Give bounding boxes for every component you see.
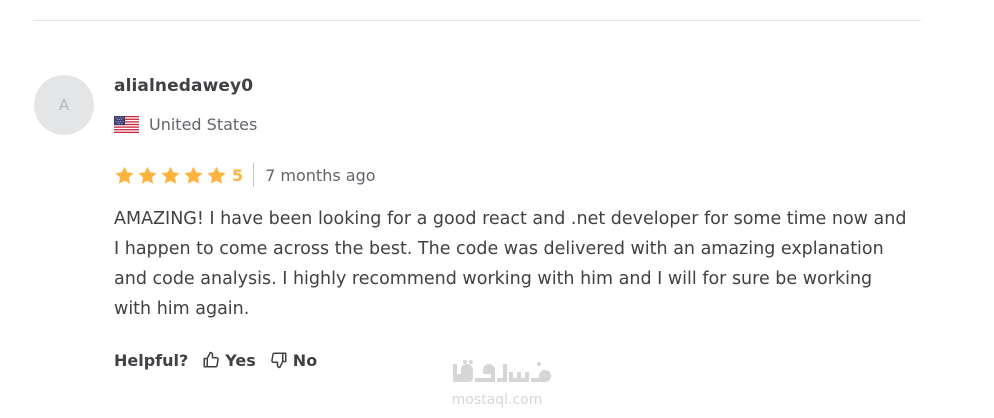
thumbs-down-icon (270, 352, 287, 369)
reviewer-username[interactable]: alialnedawey0 (114, 76, 253, 96)
helpful-row: Helpful? Yes No (114, 348, 317, 372)
helpful-label: Helpful? (114, 350, 189, 370)
mostaql-logo-icon (445, 360, 551, 382)
country-name: United States (149, 114, 258, 134)
avatar: A (34, 75, 94, 135)
star-icon (207, 166, 226, 184)
review-time: 7 months ago (265, 165, 376, 185)
avatar-initial: A (58, 96, 70, 114)
no-label: No (292, 350, 318, 370)
top-divider (33, 20, 921, 21)
rating-row: 5 7 months ago (114, 163, 376, 187)
star-icon (161, 166, 180, 184)
star-icon (138, 166, 157, 184)
star-rating (114, 165, 227, 186)
helpful-yes-button[interactable]: Yes (202, 351, 256, 370)
review-text: AMAZING! I have been looking for a good … (114, 209, 907, 319)
rating-score: 5 (232, 165, 244, 185)
star-icon (115, 166, 134, 184)
star-icon (184, 166, 203, 184)
us-flag-icon (114, 115, 139, 133)
thumbs-up-icon (203, 351, 220, 368)
helpful-no-button[interactable]: No (270, 351, 317, 370)
watermark: mostaql.com (441, 352, 553, 414)
rating-separator (253, 163, 255, 187)
reviewer-country: United States (114, 114, 257, 134)
yes-label: Yes (225, 350, 256, 370)
watermark-site: mostaql.com (451, 392, 543, 408)
